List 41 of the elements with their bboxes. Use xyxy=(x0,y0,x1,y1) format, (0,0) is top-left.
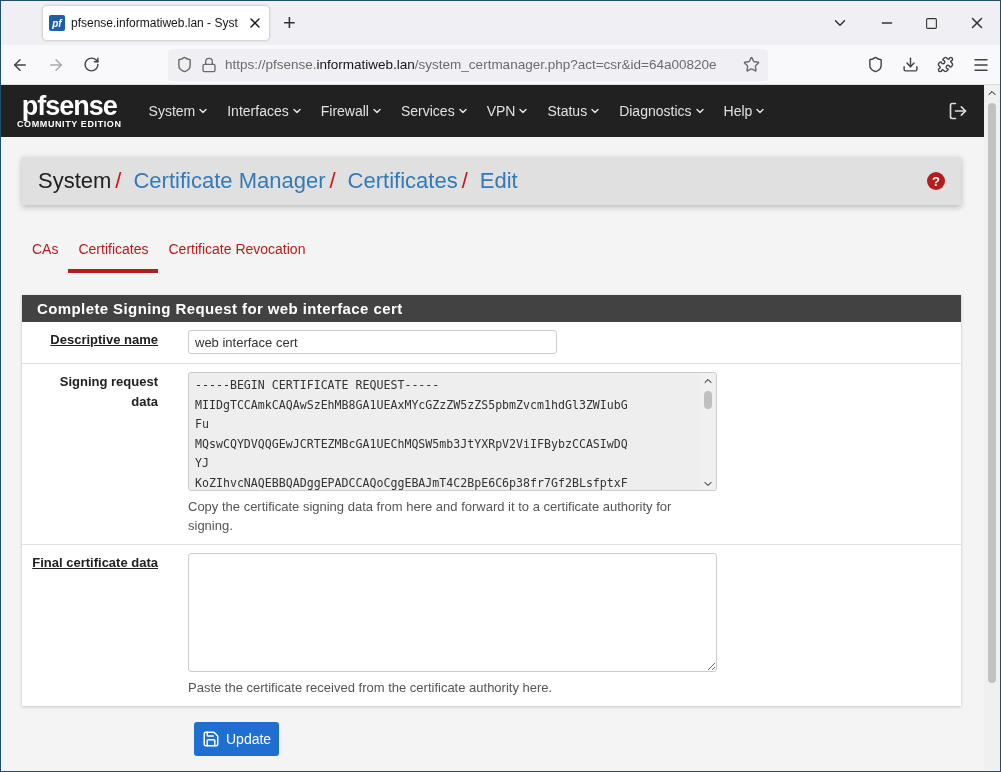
breadcrumb-text: System xyxy=(38,168,112,194)
logout-icon[interactable] xyxy=(948,101,968,121)
nav-menu[interactable]: VPN xyxy=(477,103,539,119)
field-label: Final certificate data xyxy=(32,554,158,572)
address-bar[interactable]: https://pfsense.informatiweb.lan/system_certmanager.php?act=csr&id=64a00820e xyxy=(168,48,768,81)
shield-icon xyxy=(176,56,193,73)
tab[interactable]: Certificate Revocation xyxy=(158,235,316,273)
nav-menu[interactable]: Diagnostics xyxy=(610,103,715,119)
nav-menu[interactable]: Help xyxy=(714,103,776,119)
logo: pfsense COMMUNITY EDITION xyxy=(17,93,122,129)
tab[interactable]: CAs xyxy=(22,235,69,273)
help-text: Copy the certificate signing data from here and forward it to a certificate authority for signing. xyxy=(188,498,673,535)
help-icon[interactable]: ? xyxy=(927,172,945,190)
nav-menu[interactable]: Interfaces xyxy=(218,103,312,119)
breadcrumb-separator: / xyxy=(329,168,336,194)
save-icon xyxy=(202,730,220,748)
site-icon: pf xyxy=(49,15,65,31)
maximize-icon[interactable] xyxy=(925,16,938,30)
download-icon[interactable] xyxy=(902,55,919,73)
scroll-thumb[interactable] xyxy=(704,391,712,409)
extensions-icon[interactable] xyxy=(937,55,954,73)
new-tab-button[interactable]: + xyxy=(283,10,296,36)
field-label: Signing request data xyxy=(58,373,158,411)
breadcrumb-separator: / xyxy=(461,168,468,194)
tab[interactable]: Certificates xyxy=(68,235,159,273)
breadcrumb-separator: / xyxy=(115,168,122,194)
input-field[interactable]: web interface cert xyxy=(188,330,557,354)
reload-icon[interactable] xyxy=(83,56,100,73)
lock-icon xyxy=(201,56,217,73)
nav-menu[interactable]: Services xyxy=(391,103,478,119)
help-text: Paste the certificate received from the certificate authority here. xyxy=(188,679,554,697)
nav-menu[interactable]: Firewall xyxy=(311,103,392,119)
update-button[interactable]: Update xyxy=(194,722,280,756)
browser-tab[interactable]: pf pfsense.informatiweb.lan - Syst xyxy=(43,6,269,40)
field-label: Descriptive name xyxy=(50,331,158,349)
nav-menu[interactable]: Status xyxy=(538,103,611,119)
panel-title: Complete Signing Request for web interface cert xyxy=(22,295,961,322)
text-area: -----BEGIN CERTIFICATE REQUEST----- MIIDgTCCAmkCAQAwSzEhMB8GA1UEAxMYcGZzZW5zZS5pbmZvcm1hdGl3ZWIubG Fu MQswCQYDVQQGEwJCRTEZMBcGA1UEChMQSW5mb3JtYXRpV2ViIFBybzCCASIwDQ YJ KoZIhvcNAQEBBQADggEPADCCAQoCggEBAJmT4C2BpE6C6p38fr7Gf2BLsfptxF xyxy=(188,372,717,491)
bookmark-icon[interactable] xyxy=(743,56,760,73)
nav-menu[interactable]: System xyxy=(139,103,219,119)
scroll-thumb[interactable] xyxy=(988,103,996,683)
